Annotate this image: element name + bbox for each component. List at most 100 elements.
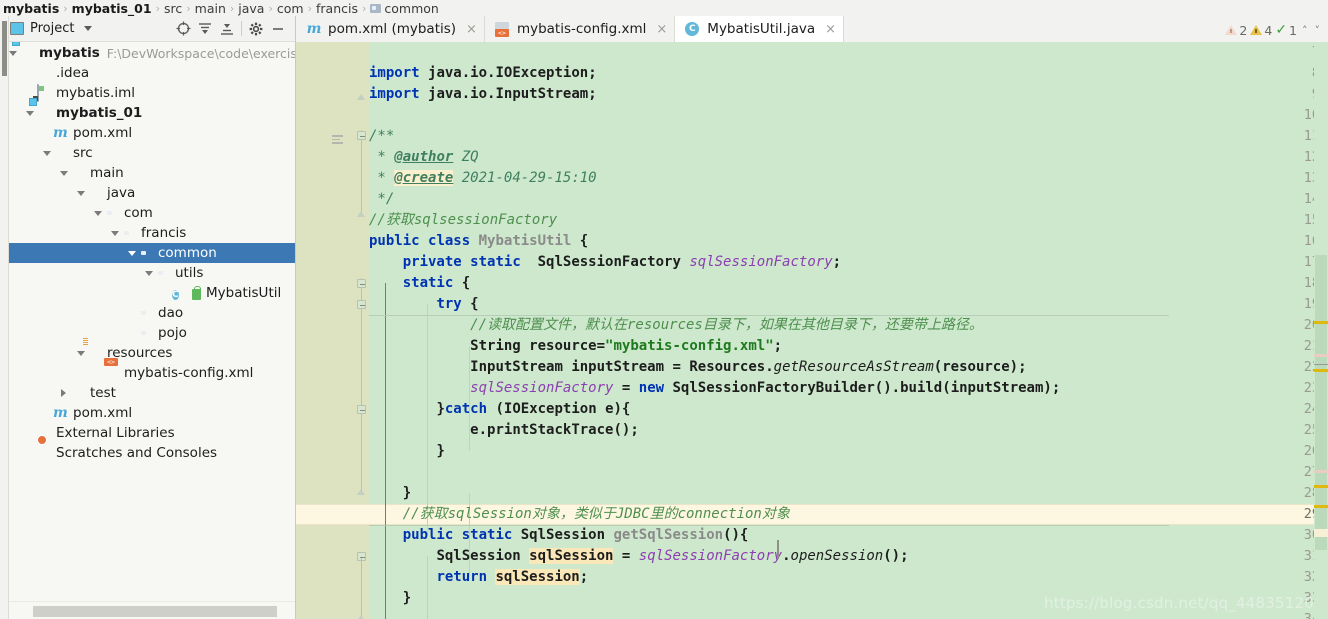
inspection-status-widget[interactable]: 2 4 ✓ 1 ˄ ˅: [1225, 18, 1322, 42]
next-problem-icon[interactable]: ˅: [1313, 24, 1323, 37]
locate-in-tree-icon[interactable]: [172, 18, 194, 40]
fold-arrow-icon[interactable]: [357, 211, 366, 217]
code-line[interactable]: import java.io.InputStream;: [369, 84, 1328, 105]
tree-node-scratches-and-consoles[interactable]: Scratches and Consoles: [0, 443, 295, 463]
code-line[interactable]: private static SqlSessionFactory sqlSess…: [369, 252, 1328, 273]
tree-twisty-down-icon[interactable]: [142, 263, 155, 283]
code-editor[interactable]: 7891011121314151617181920212223242526272…: [296, 42, 1328, 619]
code-line[interactable]: }: [369, 483, 1328, 504]
code-line[interactable]: }: [369, 588, 1328, 609]
warning-stripe[interactable]: [1314, 369, 1328, 372]
code-line[interactable]: }catch (IOException e){: [369, 399, 1328, 420]
tree-node-mybatis[interactable]: mybatis F:\DevWorkspace\code\exercises\my…: [0, 43, 295, 63]
code-line[interactable]: sqlSessionFactory = new SqlSessionFactor…: [369, 378, 1328, 399]
tree-node--idea[interactable]: .idea: [0, 63, 295, 83]
fold-arrow-icon[interactable]: [357, 615, 366, 619]
project-horizontal-scrollbar[interactable]: [0, 601, 295, 619]
project-tab-button[interactable]: Project: [10, 21, 93, 36]
fold-toggle-icon[interactable]: [357, 300, 366, 309]
settings-gear-icon[interactable]: [245, 18, 267, 40]
tree-twisty-down-icon[interactable]: [91, 203, 104, 223]
ok-count[interactable]: ✓ 1: [1275, 22, 1297, 38]
breadcrumb-item-common[interactable]: common: [367, 1, 441, 16]
editor-tab-pom-xml-mybatis-[interactable]: m pom.xml (mybatis) ×: [296, 16, 485, 42]
tree-node-francis[interactable]: francis: [0, 223, 295, 243]
code-line[interactable]: String resource="mybatis-config.xml";: [369, 336, 1328, 357]
fold-arrow-icon[interactable]: [357, 489, 366, 495]
breadcrumb-item-francis[interactable]: francis: [313, 1, 361, 16]
code-line[interactable]: SqlSession sqlSession = sqlSessionFactor…: [369, 546, 1328, 567]
code-line[interactable]: * @create 2021-04-29-15:10: [369, 168, 1328, 189]
tree-twisty-down-icon[interactable]: [74, 343, 87, 363]
code-line[interactable]: InputStream inputStream = Resources.getR…: [369, 357, 1328, 378]
code-line[interactable]: [369, 462, 1328, 483]
warning-count[interactable]: 4: [1250, 23, 1272, 38]
tree-node-pom-xml[interactable]: m pom.xml: [0, 123, 295, 143]
code-line[interactable]: try {: [369, 294, 1328, 315]
scrollbar-thumb[interactable]: [33, 606, 277, 617]
fold-arrow-icon[interactable]: [357, 94, 366, 100]
project-tree[interactable]: mybatis F:\DevWorkspace\code\exercises\my…: [0, 42, 295, 617]
breadcrumb-item-src[interactable]: src: [161, 1, 185, 16]
close-icon[interactable]: ×: [825, 23, 836, 36]
tree-node-mybatis-iml[interactable]: mybatis.iml: [0, 83, 295, 103]
code-line[interactable]: }: [369, 441, 1328, 462]
weak-warning-stripe[interactable]: [1314, 354, 1328, 357]
code-line[interactable]: * @author ZQ: [369, 147, 1328, 168]
tree-node-pojo[interactable]: pojo: [0, 323, 295, 343]
code-line[interactable]: //获取sqlSession对象，类似于JDBC里的connection对象: [369, 504, 1328, 525]
fold-toggle-icon[interactable]: [357, 131, 366, 140]
code-line[interactable]: */: [369, 189, 1328, 210]
tree-node-mybatis-01[interactable]: mybatis_01: [0, 103, 295, 123]
code-line[interactable]: public static SqlSession getSqlSession()…: [369, 525, 1328, 546]
hide-panel-icon[interactable]: [267, 18, 289, 40]
fold-toggle-icon[interactable]: [357, 405, 366, 414]
editor-tab-mybatis-config-xml[interactable]: mybatis-config.xml ×: [484, 16, 676, 42]
tree-node-com[interactable]: com: [0, 203, 295, 223]
tree-twisty-right-icon[interactable]: [57, 383, 70, 403]
weak-warning-stripe[interactable]: [1314, 470, 1328, 473]
error-stripe-marker-bar[interactable]: [1314, 42, 1328, 619]
previous-problem-icon[interactable]: ˄: [1300, 24, 1310, 37]
editor-tab-mybatisutil-java[interactable]: C MybatisUtil.java ×: [675, 16, 845, 42]
tree-node-pom-xml[interactable]: m pom.xml: [0, 403, 295, 423]
tree-node-resources[interactable]: resources: [0, 343, 295, 363]
close-icon[interactable]: ×: [656, 23, 667, 36]
tree-node-dao[interactable]: dao: [0, 303, 295, 323]
tree-twisty-down-icon[interactable]: [57, 163, 70, 183]
code-line[interactable]: [369, 609, 1328, 619]
collapse-all-icon[interactable]: [216, 18, 238, 40]
breadcrumb-item-mybatis-01[interactable]: mybatis_01: [69, 1, 155, 16]
tree-twisty-down-icon[interactable]: [74, 183, 87, 203]
tree-node-main[interactable]: main: [0, 163, 295, 183]
tree-twisty-down-icon[interactable]: [40, 143, 53, 163]
breadcrumb-item-main[interactable]: main: [192, 1, 229, 16]
weak-warning-count[interactable]: 2: [1225, 23, 1247, 38]
warning-stripe[interactable]: [1314, 321, 1328, 324]
tree-node-test[interactable]: test: [0, 383, 295, 403]
chevron-down-icon[interactable]: [84, 26, 93, 31]
tree-node-mybatisutil[interactable]: C MybatisUtil: [0, 283, 295, 303]
tree-node-src[interactable]: src: [0, 143, 295, 163]
tree-node-java[interactable]: java: [0, 183, 295, 203]
code-line[interactable]: import java.io.IOException;: [369, 63, 1328, 84]
code-line[interactable]: e.printStackTrace();: [369, 420, 1328, 441]
breadcrumb-item-mybatis[interactable]: mybatis: [0, 1, 62, 16]
code-line[interactable]: //读取配置文件，默认在resources目录下，如果在其他目录下，还要带上路径…: [369, 315, 1328, 336]
expand-all-icon[interactable]: [194, 18, 216, 40]
warning-stripe[interactable]: [1314, 505, 1328, 508]
tree-twisty-down-icon[interactable]: [23, 103, 36, 123]
warning-stripe[interactable]: [1314, 485, 1328, 488]
tree-node-common[interactable]: common: [0, 243, 295, 263]
fold-toggle-icon[interactable]: [357, 279, 366, 288]
code-line[interactable]: return sqlSession;: [369, 567, 1328, 588]
code-line[interactable]: //获取sqlsessionFactory: [369, 210, 1328, 231]
tree-twisty-down-icon[interactable]: [125, 243, 138, 263]
tree-node-mybatis-config-xml[interactable]: mybatis-config.xml: [0, 363, 295, 383]
code-line[interactable]: [369, 105, 1328, 126]
close-icon[interactable]: ×: [466, 23, 477, 36]
code-line[interactable]: /**: [369, 126, 1328, 147]
code-line[interactable]: [369, 42, 1328, 63]
tree-twisty-down-icon[interactable]: [108, 223, 121, 243]
code-line[interactable]: static {: [369, 273, 1328, 294]
